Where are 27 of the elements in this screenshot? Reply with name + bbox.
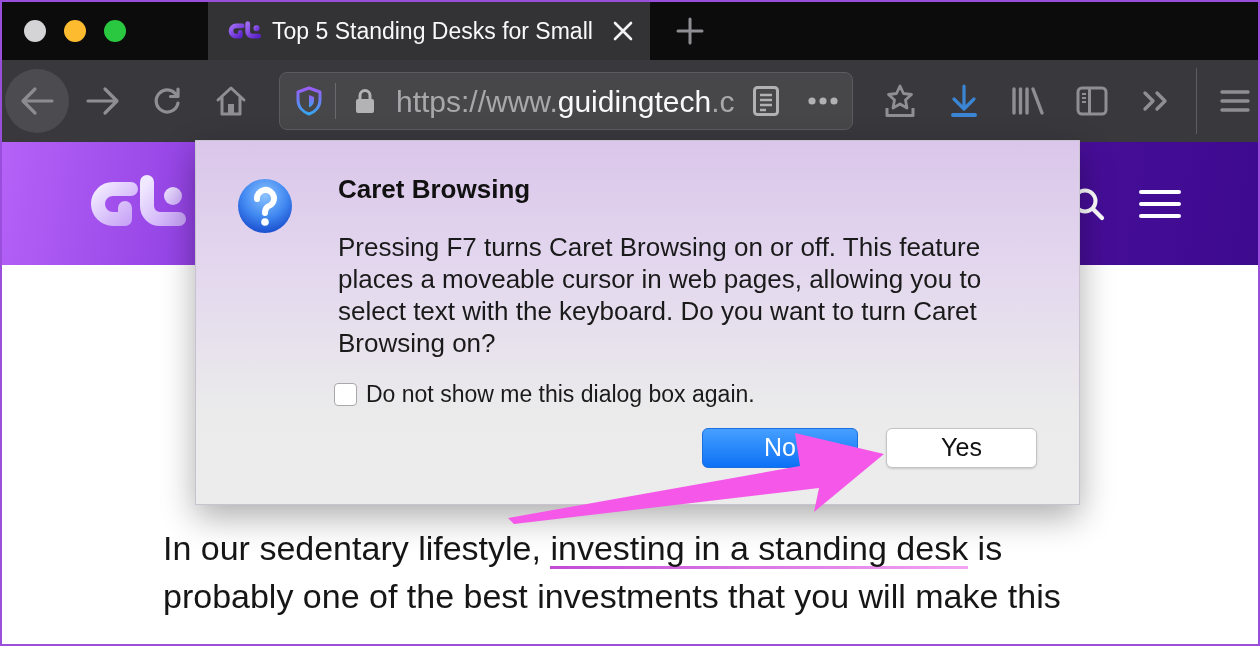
reload-icon[interactable] [152,86,182,116]
home-icon[interactable] [215,85,247,117]
window-zoom-icon[interactable] [104,20,126,42]
article-paragraph: In our sedentary lifestyle, investing in a standing desk is probably one of the best investments that you will make this [163,528,1062,617]
checkbox-label[interactable]: Do not show me this dialog box again. [366,376,755,412]
dialog-button[interactable]: Yes [886,428,1037,468]
dialog-message: Pressing F7 turns Caret Browsing on or off. This feature places a moveable cursor in web pages, allowing you to select text with the keyboard. Do you want to turn Caret Browsing on? [338,231,983,359]
checkbox[interactable] [334,382,357,406]
star-tray-icon[interactable] [884,84,916,118]
close-icon[interactable] [612,20,634,42]
library-icon[interactable] [1011,86,1045,116]
lock-icon[interactable] [354,88,376,114]
download-icon[interactable] [950,84,978,118]
more-dots-icon[interactable] [808,97,838,105]
window-close-icon[interactable] [24,20,46,42]
plus-icon[interactable] [676,17,704,45]
forward-arrow-icon[interactable] [86,86,120,116]
sidebar-icon[interactable] [1076,86,1108,116]
double-chevron-icon[interactable] [1142,90,1170,112]
window-minimize-icon[interactable] [64,20,86,42]
reader-view-icon[interactable] [753,86,779,116]
shield-icon[interactable] [296,86,322,116]
question-icon [237,178,293,234]
browser-tab[interactable]: Top 5 Standing Desks for Small [208,2,650,60]
dialog-title: Caret Browsing [338,174,532,204]
back-arrow-icon[interactable] [20,86,54,116]
address-bar[interactable]: https://www.guidingtech.c [279,72,853,130]
